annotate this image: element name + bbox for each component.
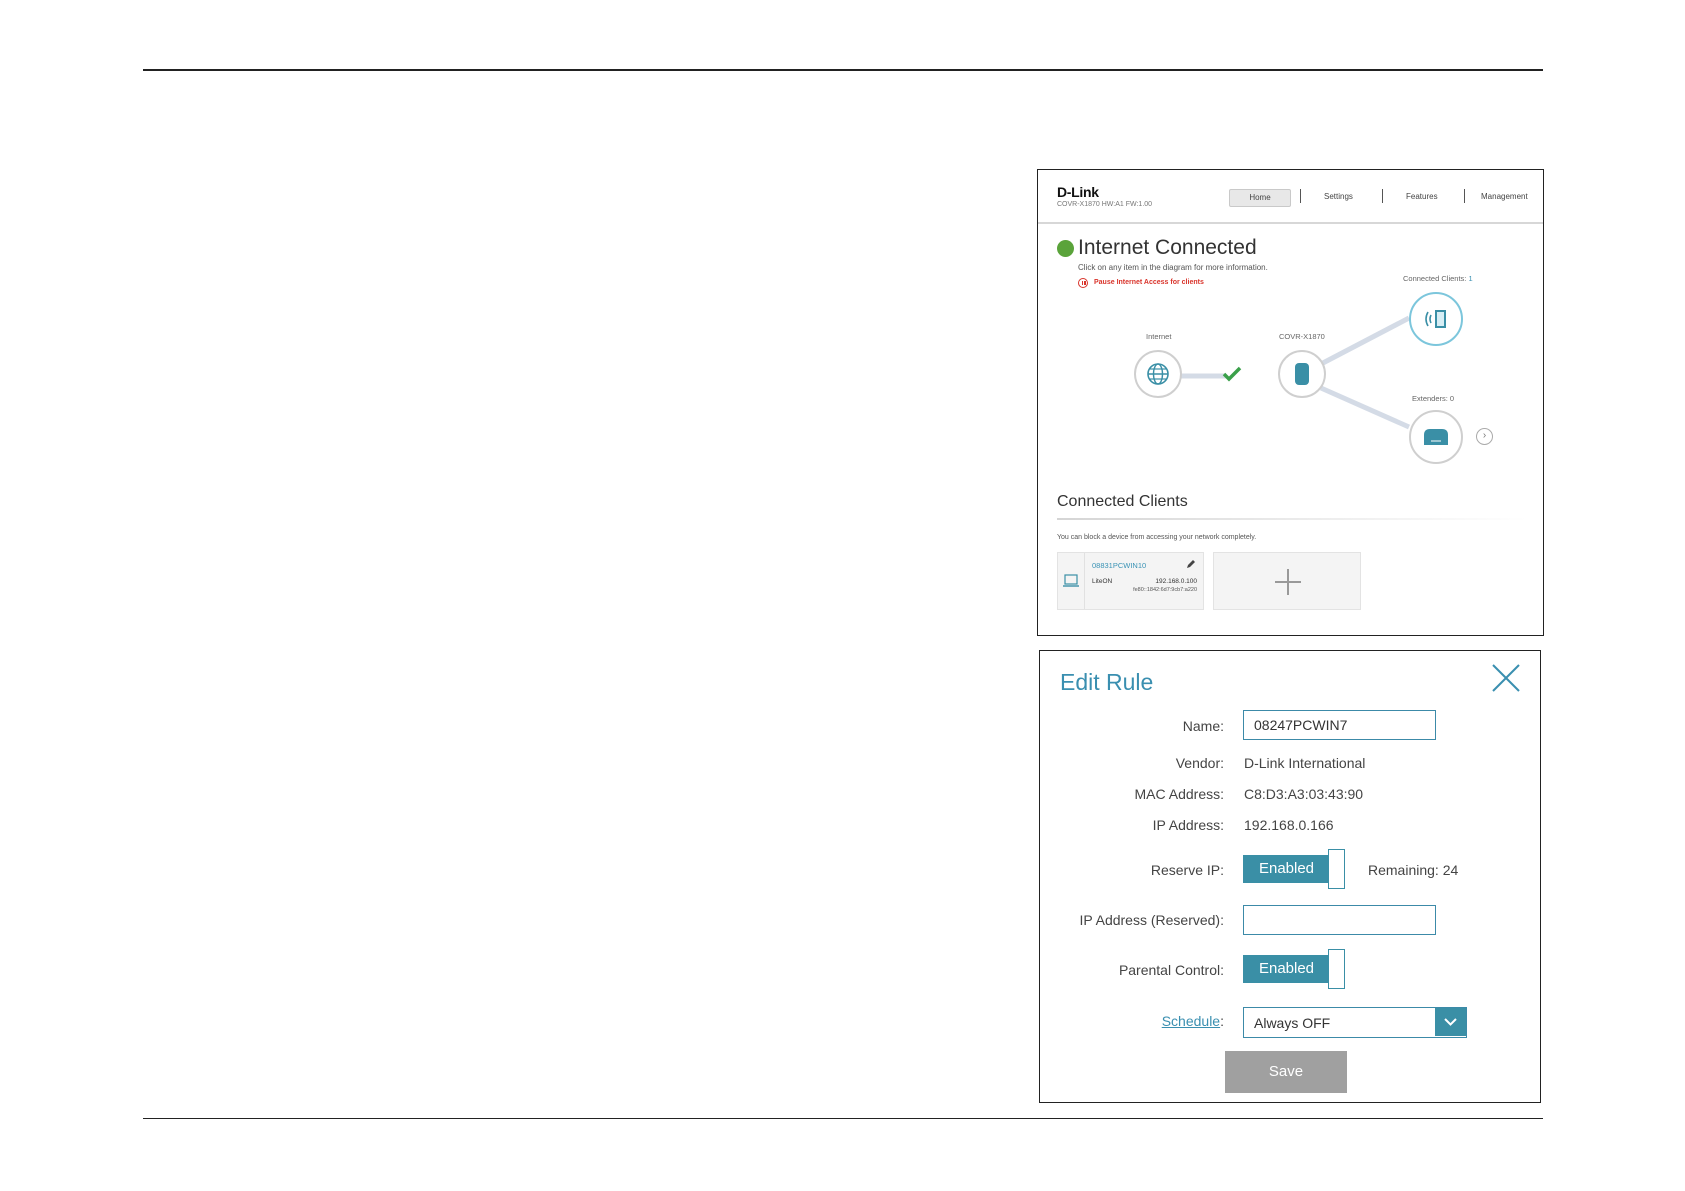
schedule-value: Always OFF [1254,1015,1331,1031]
toggle-knob[interactable] [1328,849,1345,889]
connected-clients-label: Connected Clients: 1 [1403,274,1473,283]
client-vendor: LiteON [1092,578,1113,585]
client-card[interactable]: 08831PCWIN10 LiteON 192.168.0.100 fe80::… [1057,552,1204,610]
extender-icon [1424,429,1448,445]
page-top-rule [143,69,1543,71]
parental-control-toggle[interactable]: Enabled [1243,949,1346,989]
diagram-connectors [1162,315,1411,430]
client-icon-strip [1058,553,1085,609]
schedule-link[interactable]: Schedule [1162,1013,1220,1029]
ip-address-value: 192.168.0.166 [1244,817,1334,833]
page-bottom-rule [143,1118,1543,1119]
wireless-device-icon [1425,310,1446,328]
client-name[interactable]: 08831PCWIN10 [1092,561,1146,570]
close-icon[interactable] [1490,662,1522,694]
name-input[interactable] [1243,710,1436,740]
home-screenshot: D-Link COVR-X1870 HW:A1 FW:1.00 Home Set… [1037,169,1544,636]
save-button[interactable]: Save [1225,1051,1347,1093]
extenders-label: Extenders: 0 [1412,394,1455,403]
toggle-state: Enabled [1243,855,1330,883]
name-label: Name: [1182,718,1224,734]
vendor-value: D-Link International [1244,755,1366,771]
connection-ok-check-icon [1222,366,1242,382]
globe-icon [1147,363,1169,385]
dialog-title: Edit Rule [1060,669,1154,695]
divider [1057,518,1527,520]
internet-label: Internet [1146,332,1172,341]
router-icon [1295,363,1309,385]
schedule-select[interactable]: Always OFF [1243,1007,1467,1038]
toggle-knob[interactable] [1328,949,1345,989]
block-note: You can block a device from accessing yo… [1057,534,1257,541]
router-label: COVR-X1870 [1279,332,1325,341]
schedule-label: Schedule: [1161,1013,1224,1029]
edit-rule-dialog: Edit Rule Name: Vendor: D-Link Internati… [1039,650,1541,1103]
client-ipv6: fe80::1842:6d7:9cb7:a220 [1133,587,1197,593]
toggle-state: Enabled [1243,955,1330,983]
mac-address-value: C8:D3:A3:03:43:90 [1244,786,1364,802]
ip-reserved-label: IP Address (Reserved): [1079,912,1224,928]
plus-icon [1275,569,1301,595]
mac-address-label: MAC Address: [1134,786,1224,802]
vendor-label: Vendor: [1175,755,1224,771]
chevron-down-icon [1444,1018,1457,1026]
ip-reserved-input[interactable] [1243,905,1436,935]
remaining-count: Remaining: 24 [1368,862,1459,878]
extenders-node[interactable] [1409,410,1463,464]
router-node[interactable] [1278,350,1326,398]
client-ip: 192.168.0.100 [1155,578,1197,585]
reserve-ip-label: Reserve IP: [1150,862,1224,878]
clients-node[interactable] [1409,292,1463,346]
connected-clients-title: Connected Clients [1057,493,1188,510]
laptop-icon [1063,574,1079,587]
internet-node[interactable] [1134,350,1182,398]
dropdown-arrow[interactable] [1435,1008,1466,1036]
edit-pencil-icon[interactable] [1186,559,1196,569]
add-client-card[interactable] [1213,552,1361,610]
ip-address-label: IP Address: [1152,817,1224,833]
reserve-ip-toggle[interactable]: Enabled [1243,849,1346,889]
next-arrow-icon[interactable]: › [1476,428,1493,445]
parental-control-label: Parental Control: [1118,962,1224,978]
